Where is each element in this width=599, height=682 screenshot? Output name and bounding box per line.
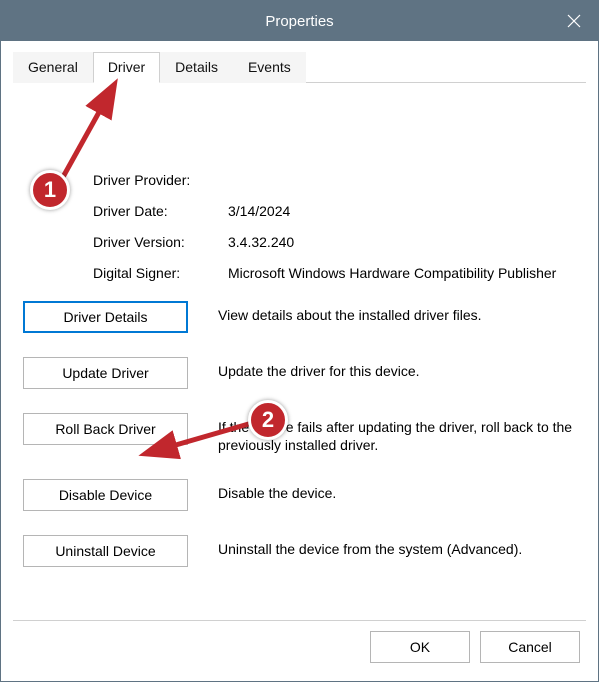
- client-area: General Driver Details Events Driver Pro…: [1, 41, 598, 681]
- tab-details[interactable]: Details: [160, 52, 233, 83]
- driver-provider-label: Driver Provider:: [93, 171, 228, 190]
- driver-version-label: Driver Version:: [93, 233, 228, 252]
- action-row: Uninstall Device Uninstall the device fr…: [23, 535, 576, 567]
- tab-driver[interactable]: Driver: [93, 52, 160, 83]
- action-row: Update Driver Update the driver for this…: [23, 357, 576, 389]
- info-row: Driver Version: 3.4.32.240: [93, 233, 576, 252]
- action-row: Disable Device Disable the device.: [23, 479, 576, 511]
- driver-date-label: Driver Date:: [93, 202, 228, 221]
- uninstall-device-button[interactable]: Uninstall Device: [23, 535, 188, 567]
- tab-general[interactable]: General: [13, 52, 93, 83]
- tab-strip: General Driver Details Events: [13, 51, 586, 83]
- disable-device-button[interactable]: Disable Device: [23, 479, 188, 511]
- info-row: Digital Signer: Microsoft Windows Hardwa…: [93, 264, 576, 283]
- driver-panel: Driver Provider: Driver Date: 3/14/2024 …: [13, 83, 586, 620]
- disable-device-desc: Disable the device.: [218, 479, 336, 503]
- properties-window: Properties General Driver Details Events…: [0, 0, 599, 682]
- driver-version-value: 3.4.32.240: [228, 233, 576, 252]
- update-driver-button[interactable]: Update Driver: [23, 357, 188, 389]
- ok-button[interactable]: OK: [370, 631, 470, 663]
- action-row: Roll Back Driver If the device fails aft…: [23, 413, 576, 456]
- dialog-footer: OK Cancel: [13, 620, 586, 669]
- action-row: Driver Details View details about the in…: [23, 301, 576, 333]
- cancel-button[interactable]: Cancel: [480, 631, 580, 663]
- driver-info: Driver Provider: Driver Date: 3/14/2024 …: [93, 171, 576, 283]
- tab-events[interactable]: Events: [233, 52, 306, 83]
- digital-signer-value: Microsoft Windows Hardware Compatibility…: [228, 264, 576, 283]
- digital-signer-label: Digital Signer:: [93, 264, 228, 283]
- info-row: Driver Provider:: [93, 171, 576, 190]
- window-title: Properties: [265, 13, 333, 30]
- driver-provider-value: [228, 171, 576, 190]
- uninstall-device-desc: Uninstall the device from the system (Ad…: [218, 535, 522, 559]
- close-button[interactable]: [550, 1, 598, 41]
- driver-details-button[interactable]: Driver Details: [23, 301, 188, 333]
- driver-details-desc: View details about the installed driver …: [218, 301, 482, 325]
- roll-back-driver-button[interactable]: Roll Back Driver: [23, 413, 188, 445]
- info-row: Driver Date: 3/14/2024: [93, 202, 576, 221]
- annotation-step-1: 1: [30, 170, 70, 210]
- close-icon: [567, 14, 581, 28]
- actions-block: Driver Details View details about the in…: [23, 301, 576, 568]
- titlebar: Properties: [1, 1, 598, 41]
- update-driver-desc: Update the driver for this device.: [218, 357, 420, 381]
- annotation-step-2: 2: [248, 400, 288, 440]
- driver-date-value: 3/14/2024: [228, 202, 576, 221]
